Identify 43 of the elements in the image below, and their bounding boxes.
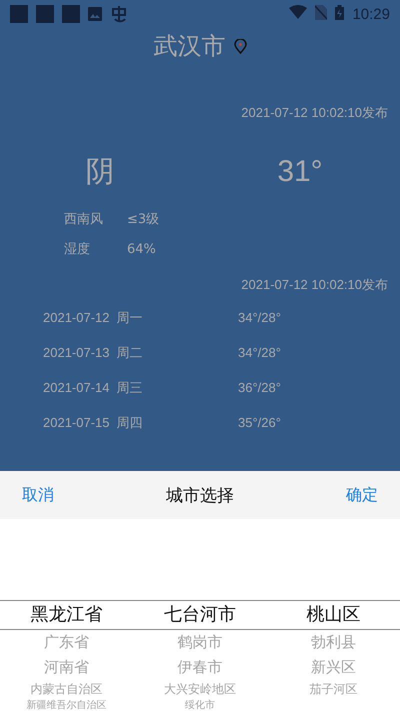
forecast-date: 2021-07-12 周一 [43, 308, 144, 326]
picker-item[interactable]: 黑龙江省 [30, 600, 103, 629]
detail-label: 西南风 [64, 211, 104, 228]
notification-icon [62, 5, 80, 23]
picker-item[interactable]: 绥化市 [184, 699, 215, 711]
picker-title: 城市选择 [166, 484, 234, 506]
forecast-temperature: 34°/28° [238, 345, 281, 360]
battery-icon [335, 4, 344, 20]
notification-icon [10, 5, 28, 23]
notification-icon [36, 5, 54, 23]
publish-time: 2021-07-12 10:02:10发布 [241, 104, 388, 122]
detail-value: ≤3级 [127, 211, 160, 228]
wifi-icon [289, 5, 308, 20]
picker-item[interactable]: 广东省 [44, 629, 90, 655]
picker-item[interactable]: 河南省 [44, 655, 90, 679]
publish-time: 2021-07-12 10:02:10发布 [241, 276, 388, 294]
status-time: 10:29 [352, 6, 390, 22]
forecast-temperature: 36°/28° [238, 380, 281, 395]
forecast-date: 2021-07-14 周三 [43, 378, 144, 396]
picker-item[interactable]: 勃利县 [310, 629, 356, 655]
picker-item[interactable]: 鹤岗市 [177, 629, 222, 655]
image-icon [88, 7, 102, 21]
detail-label: 湿度 [64, 241, 91, 258]
forecast-temperature: 35°/26° [238, 415, 281, 430]
location-pin-icon[interactable] [234, 38, 246, 54]
picker-item[interactable]: 内蒙古自治区 [30, 679, 103, 699]
picker-item[interactable]: 大兴安岭地区 [164, 679, 236, 699]
cancel-button[interactable]: 取消 [22, 484, 54, 506]
picker-item[interactable]: 新疆维吾尔自治区 [26, 699, 107, 711]
no-sim-icon [315, 4, 328, 20]
detail-value: 64% [127, 242, 156, 256]
temperature: 31° [276, 155, 324, 189]
picker-item[interactable]: 新兴区 [310, 655, 356, 679]
picker-item[interactable]: 桃山区 [306, 600, 360, 629]
weather-condition: 阴 [84, 153, 116, 190]
city-name: 武汉市 [154, 31, 226, 62]
forecast-temperature: 34°/28° [238, 310, 281, 325]
picker-item[interactable]: 伊春市 [177, 655, 222, 679]
picker-item[interactable]: 茄子河区 [309, 679, 358, 699]
forecast-date: 2021-07-15 周四 [43, 414, 144, 432]
forecast-date: 2021-07-13 周二 [43, 344, 144, 362]
picker-item[interactable]: 七台河市 [164, 600, 236, 629]
confirm-button[interactable]: 确定 [346, 484, 378, 506]
